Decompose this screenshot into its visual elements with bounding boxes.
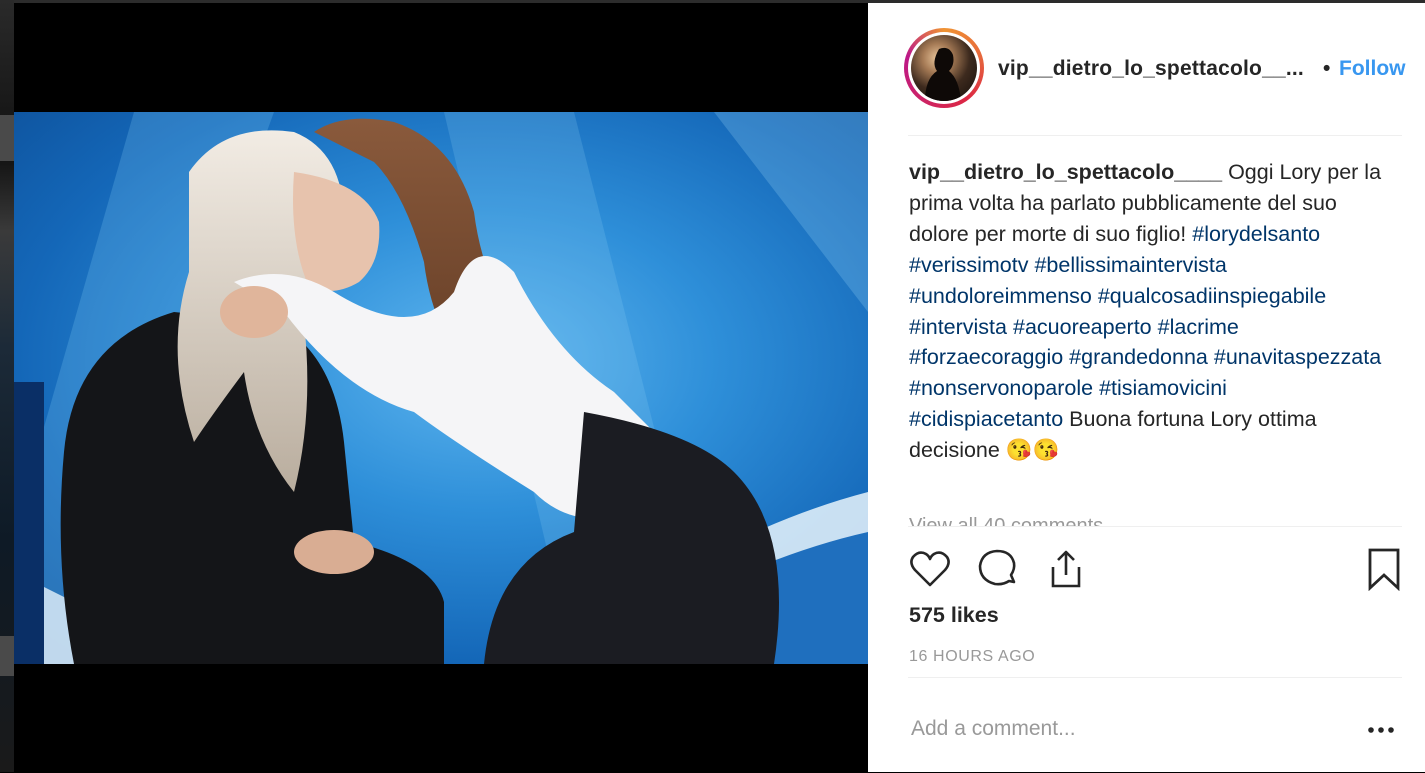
hashtag-link[interactable]: #nonservonoparole bbox=[909, 376, 1093, 400]
photo-scene bbox=[14, 112, 868, 664]
hashtag-link[interactable]: #qualcosadiinspiegabile bbox=[1098, 284, 1326, 308]
comment-button[interactable] bbox=[976, 547, 1020, 591]
add-comment-bar bbox=[908, 677, 1402, 773]
post-media bbox=[14, 3, 868, 772]
more-options-button[interactable] bbox=[1363, 718, 1399, 742]
bookmark-icon bbox=[1368, 548, 1400, 592]
hashtag-link[interactable]: #grandedonna bbox=[1069, 345, 1208, 369]
share-button[interactable] bbox=[1044, 547, 1088, 591]
save-button[interactable] bbox=[1362, 547, 1406, 592]
post-caption: vip__dietro_lo_spettacolo____ Oggi Lory … bbox=[909, 157, 1384, 512]
comment-icon bbox=[978, 549, 1016, 586]
heart-icon bbox=[910, 551, 950, 587]
share-icon bbox=[1051, 550, 1081, 588]
hashtag-link[interactable]: #undoloreimmenso bbox=[909, 284, 1092, 308]
hashtag-link[interactable]: #bellissimaintervista bbox=[1034, 253, 1226, 277]
post-header: vip__dietro_lo_spettacolo__... • Follow bbox=[904, 3, 1406, 136]
follow-button[interactable]: Follow bbox=[1339, 57, 1406, 81]
story-ring[interactable] bbox=[904, 28, 984, 108]
hashtag-link[interactable]: #cidispiacetanto bbox=[909, 407, 1063, 431]
more-options-icon bbox=[1368, 727, 1394, 733]
header-username[interactable]: vip__dietro_lo_spettacolo__... bbox=[998, 57, 1304, 81]
comment-input[interactable] bbox=[909, 716, 1333, 742]
caption-hashtags: #lorydelsanto #verissimotv #bellissimain… bbox=[909, 222, 1381, 431]
hashtag-link[interactable]: #forzaecoraggio bbox=[909, 345, 1063, 369]
hashtag-link[interactable]: #intervista bbox=[909, 315, 1007, 339]
caption-username[interactable]: vip__dietro_lo_spettacolo____ bbox=[909, 160, 1222, 184]
hashtag-link[interactable]: #acuoreaperto bbox=[1013, 315, 1152, 339]
separator-dot: • bbox=[1323, 57, 1331, 80]
hashtag-link[interactable]: #tisiamovicini bbox=[1099, 376, 1227, 400]
page-backdrop bbox=[0, 0, 14, 772]
post-photo[interactable] bbox=[14, 112, 868, 664]
hashtag-link[interactable]: #lorydelsanto bbox=[1192, 222, 1320, 246]
view-all-comments-link[interactable]: View all 40 comments bbox=[909, 513, 1103, 526]
like-count[interactable]: 575 likes bbox=[909, 603, 999, 628]
caption-emoji: 😘😘 bbox=[1005, 438, 1060, 463]
hashtag-link[interactable]: #verissimotv bbox=[909, 253, 1028, 277]
avatar bbox=[911, 35, 977, 101]
post-timestamp[interactable]: 16 HOURS AGO bbox=[909, 648, 1035, 666]
like-button[interactable] bbox=[908, 547, 952, 591]
post-actions bbox=[908, 526, 1402, 597]
post-side-panel: vip__dietro_lo_spettacolo__... • Follow … bbox=[868, 3, 1425, 772]
hashtag-link[interactable]: #unavitaspezzata bbox=[1214, 345, 1381, 369]
hashtag-link[interactable]: #lacrime bbox=[1158, 315, 1239, 339]
